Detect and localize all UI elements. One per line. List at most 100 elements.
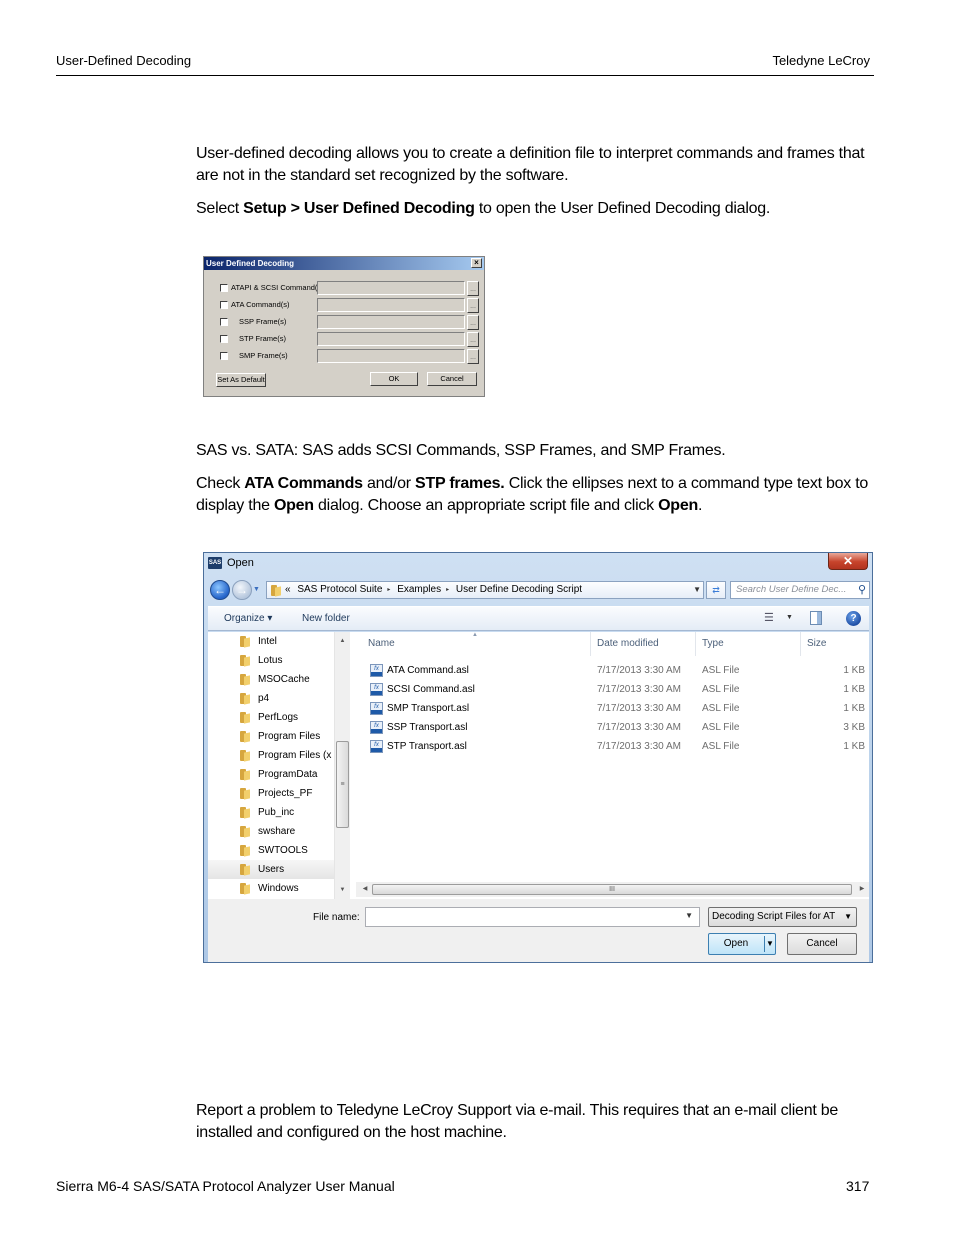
- tree-item-programdata[interactable]: ProgramData: [208, 765, 334, 784]
- check-prefix: Check: [196, 475, 245, 492]
- tree-item-perflogs[interactable]: PerfLogs: [208, 708, 334, 727]
- atapi-scsi-checkbox[interactable]: [220, 284, 228, 292]
- scroll-left-arrow-icon[interactable]: ◀: [358, 882, 372, 897]
- preview-pane-icon[interactable]: [810, 611, 822, 625]
- tree-item-label: Intel: [258, 636, 277, 647]
- view-options-icon[interactable]: ☰: [764, 611, 774, 624]
- smp-browse-button[interactable]: ...: [467, 349, 479, 364]
- address-bar[interactable]: « SAS Protocol Suite ▸ Examples ▸ User Def…: [266, 581, 704, 599]
- file-type: ASL File: [702, 741, 740, 752]
- new-folder-button[interactable]: New folder: [302, 613, 350, 624]
- file-type: ASL File: [702, 703, 740, 714]
- search-icon[interactable]: ⚲: [858, 582, 866, 598]
- column-header-type[interactable]: Type: [702, 638, 724, 649]
- stp-checkbox[interactable]: [220, 335, 228, 343]
- tree-item-msocache[interactable]: MSOCache: [208, 670, 334, 689]
- tree-item-program-files[interactable]: Program Files: [208, 727, 334, 746]
- scrollbar-thumb[interactable]: III: [372, 884, 852, 895]
- tree-item-program-files-x86[interactable]: Program Files (x: [208, 746, 334, 765]
- smp-checkbox[interactable]: [220, 352, 228, 360]
- smp-label: SMP Frame(s): [239, 351, 288, 360]
- refresh-icon[interactable]: ⇄: [706, 581, 726, 599]
- scroll-up-arrow-icon[interactable]: ▲: [335, 634, 350, 648]
- search-placeholder: Search User Define Dec...: [736, 584, 847, 595]
- recent-locations-dropdown-icon[interactable]: ▼: [253, 586, 260, 593]
- ssp-file-field[interactable]: [317, 315, 465, 329]
- tree-item-swshare[interactable]: swshare: [208, 822, 334, 841]
- set-as-default-button[interactable]: Set As Default: [216, 373, 266, 387]
- column-header-name[interactable]: Name: [368, 638, 395, 649]
- breadcrumb-separator-icon[interactable]: ▸: [446, 587, 449, 593]
- file-name-input[interactable]: ▼: [365, 907, 700, 927]
- tree-item-label: Users: [258, 864, 285, 875]
- file-row[interactable]: fx SCSI Command.asl 7/17/2013 3:30 AM AS…: [356, 680, 869, 699]
- file-row[interactable]: fx SSP Transport.asl 7/17/2013 3:30 AM A…: [356, 718, 869, 737]
- column-header-size[interactable]: Size: [807, 638, 826, 649]
- scrollbar-thumb[interactable]: ≡: [336, 741, 349, 828]
- stp-file-field[interactable]: [317, 332, 465, 346]
- organize-menu[interactable]: Organize ▾: [224, 613, 272, 624]
- file-name: SMP Transport.asl: [387, 703, 470, 714]
- ssp-checkbox[interactable]: [220, 318, 228, 326]
- tree-item-p4[interactable]: p4: [208, 689, 334, 708]
- ata-file-field[interactable]: [317, 298, 465, 312]
- column-header-date[interactable]: Date modified: [597, 638, 659, 649]
- open-button[interactable]: Open ▼: [708, 933, 776, 955]
- smp-file-field[interactable]: [317, 349, 465, 363]
- tree-item-swtools[interactable]: SWTOOLS: [208, 841, 334, 860]
- tree-vertical-scrollbar[interactable]: ▲ ≡ ▼: [334, 632, 350, 899]
- breadcrumb-overflow[interactable]: «: [285, 584, 291, 595]
- file-row[interactable]: fx ATA Command.asl 7/17/2013 3:30 AM ASL…: [356, 661, 869, 680]
- scroll-right-arrow-icon[interactable]: ▶: [855, 882, 869, 897]
- menu-path: Setup > User Defined Decoding: [243, 200, 475, 217]
- forward-arrow-icon[interactable]: →: [232, 580, 252, 600]
- file-name-dropdown-icon[interactable]: ▼: [685, 911, 693, 920]
- breadcrumb-item[interactable]: SAS Protocol Suite: [297, 584, 382, 595]
- file-list-horizontal-scrollbar[interactable]: ◀ III ▶: [356, 882, 869, 897]
- tree-item-users[interactable]: Users: [208, 860, 334, 879]
- file-date: 7/17/2013 3:30 AM: [597, 703, 681, 714]
- folder-icon: [240, 693, 251, 704]
- back-arrow-icon[interactable]: ←: [210, 580, 230, 600]
- column-divider[interactable]: [695, 632, 696, 656]
- breadcrumb-separator-icon[interactable]: ▸: [387, 587, 390, 593]
- udd-ok-button[interactable]: OK: [370, 372, 418, 386]
- file-size: 3 KB: [843, 722, 865, 733]
- column-divider[interactable]: [800, 632, 801, 656]
- ata-browse-button[interactable]: ...: [467, 298, 479, 313]
- file-type-filter-select[interactable]: Decoding Script Files for AT ▼: [708, 907, 857, 927]
- breadcrumb-item[interactable]: User Define Decoding Script: [456, 584, 582, 595]
- open-file-dialog: SAS Open ✕ ← → ▼ « SAS Protocol Suite ▸ E…: [203, 552, 873, 963]
- sort-ascending-icon: ▲: [472, 632, 478, 638]
- help-icon[interactable]: ?: [846, 611, 861, 626]
- column-divider[interactable]: [590, 632, 591, 656]
- cancel-button[interactable]: Cancel: [787, 933, 857, 955]
- tree-item-lotus[interactable]: Lotus: [208, 651, 334, 670]
- tree-item-windows[interactable]: Windows: [208, 879, 334, 898]
- file-row[interactable]: fx SMP Transport.asl 7/17/2013 3:30 AM A…: [356, 699, 869, 718]
- file-date: 7/17/2013 3:30 AM: [597, 741, 681, 752]
- tree-item-pub-inc[interactable]: Pub_inc: [208, 803, 334, 822]
- search-input[interactable]: Search User Define Dec... ⚲: [730, 581, 870, 599]
- file-row[interactable]: fx STP Transport.asl 7/17/2013 3:30 AM A…: [356, 737, 869, 756]
- address-dropdown-icon[interactable]: ▼: [693, 582, 701, 598]
- stp-label: STP Frame(s): [239, 334, 286, 343]
- tree-item-intel[interactable]: Intel: [208, 632, 334, 651]
- udd-close-button[interactable]: ×: [471, 258, 482, 268]
- stp-browse-button[interactable]: ...: [467, 332, 479, 347]
- close-button[interactable]: ✕: [828, 553, 868, 570]
- tree-item-label: Program Files (x: [258, 750, 332, 761]
- scroll-down-arrow-icon[interactable]: ▼: [335, 883, 350, 897]
- udd-row-ssp: SSP Frame(s) ...: [218, 315, 480, 331]
- atapi-scsi-browse-button[interactable]: ...: [467, 281, 479, 296]
- udd-cancel-button[interactable]: Cancel: [427, 372, 477, 386]
- ata-commands-term: ATA Commands: [244, 475, 363, 492]
- atapi-scsi-file-field[interactable]: [317, 281, 465, 295]
- view-dropdown-icon[interactable]: ▼: [786, 614, 793, 621]
- breadcrumb-item[interactable]: Examples: [397, 584, 441, 595]
- folder-icon: [240, 864, 251, 875]
- tree-item-projects-pf[interactable]: Projects_PF: [208, 784, 334, 803]
- ata-checkbox[interactable]: [220, 301, 228, 309]
- ssp-browse-button[interactable]: ...: [467, 315, 479, 330]
- open-options-dropdown-icon[interactable]: ▼: [766, 934, 774, 954]
